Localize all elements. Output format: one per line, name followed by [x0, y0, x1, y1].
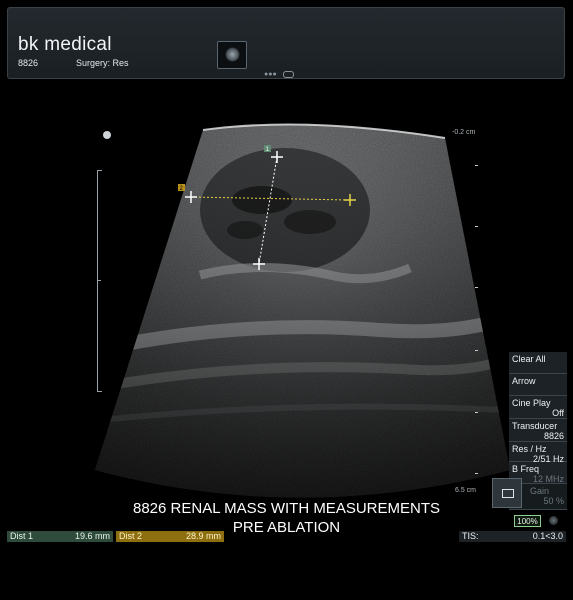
tis-value: 0.1<3.0 — [532, 531, 563, 541]
knob-icon[interactable] — [549, 516, 558, 525]
tis-readout: TIS: 0.1<3.0 — [459, 531, 566, 542]
menu-clear-all-label: Clear All — [512, 354, 546, 364]
gain-control-icon[interactable] — [492, 478, 522, 508]
menu-clear-all[interactable]: Clear All — [509, 352, 567, 374]
menu-transducer[interactable]: Transducer 8826 — [509, 419, 567, 442]
dist-2-value: 28.9 mm — [185, 531, 221, 541]
dist-1-value: 19.6 mm — [74, 531, 110, 541]
menu-cine-play[interactable]: Cine Play Off — [509, 396, 567, 419]
depth-bracket-tick — [97, 280, 101, 281]
menu-arrow[interactable]: Arrow — [509, 374, 567, 396]
menu-cine-play-label: Cine Play — [512, 398, 551, 408]
measurement-dist-1: Dist 1 19.6 mm — [7, 531, 113, 542]
dist-2-label: Dist 2 — [119, 531, 143, 541]
menu-cine-play-value: Off — [552, 408, 564, 418]
depth-scale-tick — [475, 412, 478, 413]
depth-scale-tick — [475, 287, 478, 288]
annotation-line-1: 8826 RENAL MASS WITH MEASUREMENTS — [132, 500, 440, 517]
depth-scale-tick — [475, 473, 478, 474]
focus-indicator-icon — [103, 131, 111, 139]
depth-bracket — [97, 170, 102, 392]
menu-transducer-label: Transducer — [512, 421, 558, 431]
menu-transducer-value: 8826 — [543, 431, 564, 441]
zoom-level[interactable]: 100% — [514, 515, 541, 527]
depth-top-label: -0.2 cm — [452, 129, 476, 136]
tis-label: TIS: — [462, 531, 479, 541]
dist-1-label: Dist 1 — [10, 531, 34, 541]
depth-scale-tick — [475, 226, 478, 227]
depth-scale-tick — [475, 350, 478, 351]
menu-arrow-label: Arrow — [512, 376, 536, 386]
depth-scale-tick — [475, 165, 478, 166]
measurement-dist-2: Dist 2 28.9 mm — [116, 531, 224, 542]
menu-res-hz[interactable]: Res / Hz 2/51 Hz — [509, 442, 567, 464]
menu-bfreq-label: B Freq — [512, 464, 540, 474]
menu-res-label: Res / Hz — [512, 444, 547, 454]
depth-bottom-label: 6.5 cm — [455, 487, 477, 494]
